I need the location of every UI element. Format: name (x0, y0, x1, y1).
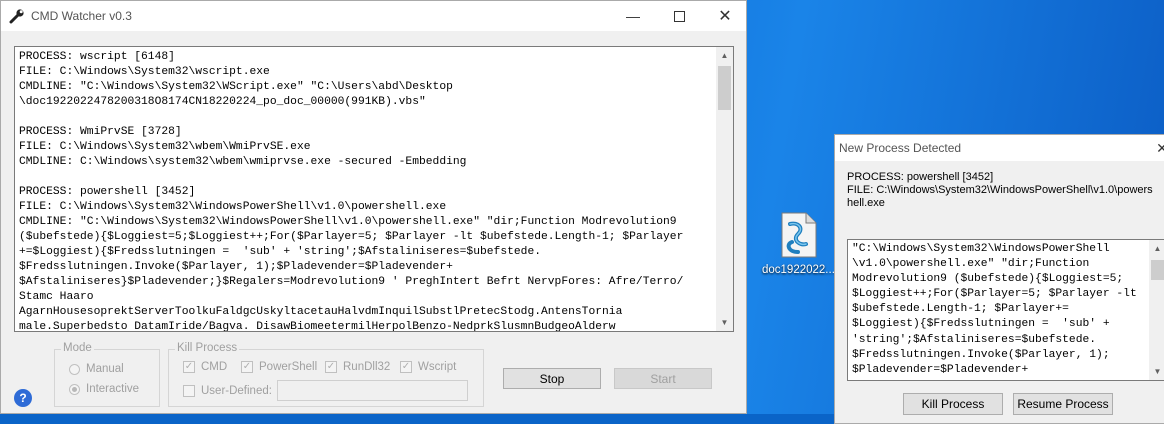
process-log-textbox[interactable]: PROCESS: wscript [6148] FILE: C:\Windows\… (14, 46, 734, 332)
dialog-titlebar: New Process Detected ✕ (835, 135, 1164, 161)
start-button[interactable]: Start (614, 368, 712, 389)
scroll-up-icon[interactable]: ▲ (1149, 240, 1164, 257)
user-defined-input[interactable] (277, 380, 468, 401)
close-icon: ✕ (1156, 139, 1164, 156)
kill-group-label: Kill Process (175, 342, 240, 354)
cmdline-line: $Pladevender=$Pladevender+ (852, 363, 1029, 376)
user-defined-label: User-Defined: (201, 385, 272, 397)
log-line: +=$Loggiest){$Fredsslutningen = 'sub' + … (19, 246, 542, 258)
close-button[interactable]: ✕ (702, 1, 748, 31)
maximize-button[interactable] (656, 1, 702, 31)
dialog-file-line-2: hell.exe (847, 197, 885, 209)
mode-groupbox: Mode Manual Interactive (54, 342, 160, 407)
stop-button[interactable]: Stop (503, 368, 601, 389)
cmdline-line: "C:\Windows\System32\WindowsPowerShell (852, 243, 1110, 255)
cmdline-line: 'string';$Afstaliniseres=$ubefstede. (852, 333, 1097, 346)
scroll-thumb[interactable] (1151, 260, 1164, 280)
desktop-file-label: doc1922022... (762, 264, 835, 276)
radio-interactive-icon (69, 383, 80, 395)
main-titlebar: CMD Watcher v0.3 — ✕ (1, 1, 746, 31)
cmdline-line: $ubefstede.Length-1; $Parlayer+= (852, 303, 1069, 316)
vbs-script-icon (781, 212, 817, 258)
scroll-up-icon[interactable]: ▲ (716, 47, 733, 64)
log-scrollbar[interactable]: ▲ ▼ (716, 47, 733, 331)
kill-wscript-checkbox[interactable]: ✓ Wscript (400, 361, 456, 373)
cmdline-line: Modrevolution9 ($ubefstede){$Loggiest=5; (852, 273, 1124, 286)
kill-powershell-checkbox[interactable]: ✓ PowerShell (241, 361, 317, 373)
kill-rundll32-checkbox[interactable]: ✓ RunDll32 (325, 361, 390, 373)
dialog-close-button[interactable]: ✕ (1147, 135, 1164, 161)
mode-interactive-radio[interactable]: Interactive (69, 383, 139, 395)
log-line: ($ubefstede){$Loggiest=5;$Loggiest++;For… (19, 231, 684, 243)
minimize-button[interactable]: — (610, 1, 656, 31)
log-line: FILE: C:\Windows\System32\wscript.exe (19, 66, 270, 78)
log-line: FILE: C:\Windows\System32\wbem\WmiPrvSE.… (19, 141, 311, 153)
mode-group-label: Mode (61, 342, 94, 354)
log-line: PROCESS: wscript [6148] (19, 51, 175, 63)
dialog-cmdline-text: "C:\Windows\System32\WindowsPowerShell \v… (852, 242, 1137, 378)
kill-process-groupbox: Kill Process ✓ CMD ✓ PowerShell ✓ RunDll… (168, 342, 484, 407)
help-icon[interactable]: ? (14, 389, 32, 407)
log-line: male.Superbedsto DatamIride/Bagva. Disaw… (19, 321, 616, 332)
close-icon: ✕ (718, 8, 732, 25)
app-wrench-icon (9, 9, 24, 24)
checkbox-checked-icon: ✓ (183, 361, 195, 373)
kill-cmd-checkbox[interactable]: ✓ CMD (183, 361, 227, 373)
radio-manual-icon (69, 363, 80, 375)
scroll-thumb[interactable] (718, 66, 731, 110)
resume-process-button[interactable]: Resume Process (1013, 393, 1113, 415)
kill-rundll32-label: RunDll32 (343, 361, 391, 373)
log-line: CMDLINE: "C:\Windows\System32\WScript.ex… (19, 81, 453, 93)
log-line: \doc1922022478200318O8174CN18220224_po_d… (19, 96, 426, 108)
log-line: Stamc Haaro (19, 291, 94, 303)
scroll-down-icon[interactable]: ▼ (1149, 363, 1164, 380)
cmdline-line: $Fredsslutningen.Invoke($Parlayer, 1); (852, 348, 1110, 361)
mode-manual-radio[interactable]: Manual (69, 363, 124, 375)
minimize-icon: — (626, 8, 640, 24)
main-window-title: CMD Watcher v0.3 (31, 9, 132, 23)
cmdline-line: $Loggiest){$Fredsslutningen = 'sub' + (852, 318, 1110, 331)
log-line: AgarnHousesoprektServerToolkuFaldgcUskyl… (19, 306, 623, 318)
checkbox-unchecked-icon (183, 385, 195, 397)
dialog-process-line: PROCESS: powershell [3452] (847, 171, 994, 183)
checkbox-checked-icon: ✓ (400, 361, 412, 373)
dialog-scrollbar[interactable]: ▲ ▼ (1149, 240, 1164, 380)
log-line: PROCESS: powershell [3452] (19, 186, 196, 198)
maximize-icon (673, 10, 685, 22)
log-line: PROCESS: WmiPrvSE [3728] (19, 126, 182, 138)
kill-wscript-label: Wscript (418, 361, 457, 373)
dialog-file-line-1: FILE: C:\Windows\System32\WindowsPowerSh… (847, 184, 1153, 196)
kill-cmd-label: CMD (201, 361, 228, 373)
process-log-text: PROCESS: wscript [6148] FILE: C:\Windows\… (19, 50, 684, 332)
kill-process-button[interactable]: Kill Process (903, 393, 1003, 415)
dialog-title: New Process Detected (839, 141, 962, 155)
scroll-down-icon[interactable]: ▼ (716, 314, 733, 331)
log-line: $Afstaliniseres}$Pladevender;}$Regalers=… (19, 276, 684, 288)
checkbox-checked-icon: ✓ (325, 361, 337, 373)
kill-powershell-label: PowerShell (259, 361, 318, 373)
checkbox-checked-icon: ✓ (241, 361, 253, 373)
cmdline-line: $Loggiest++;For($Parlayer=5; $Parlayer -… (852, 288, 1137, 301)
log-line: $Fredsslutningen.Invoke($Parlayer, 1);$P… (19, 261, 453, 273)
dialog-cmdline-textbox[interactable]: "C:\Windows\System32\WindowsPowerShell \v… (847, 239, 1164, 381)
log-line: CMDLINE: "C:\Windows\System32\WindowsPow… (19, 216, 677, 228)
log-line: FILE: C:\Windows\System32\WindowsPowerSh… (19, 201, 447, 213)
new-process-dialog: New Process Detected ✕ PROCESS: powershe… (834, 134, 1164, 424)
log-line: CMDLINE: C:\Windows\system32\wbem\wmiprv… (19, 156, 467, 168)
mode-interactive-label: Interactive (86, 383, 140, 395)
main-window: CMD Watcher v0.3 — ✕ PROCESS: wscript [6… (0, 0, 747, 414)
desktop-file-icon[interactable]: doc1922022... (762, 212, 835, 282)
user-defined-checkbox[interactable]: User-Defined: (183, 385, 272, 397)
mode-manual-label: Manual (86, 363, 124, 375)
cmdline-line: \v1.0\powershell.exe" "dir;Function (852, 258, 1090, 271)
